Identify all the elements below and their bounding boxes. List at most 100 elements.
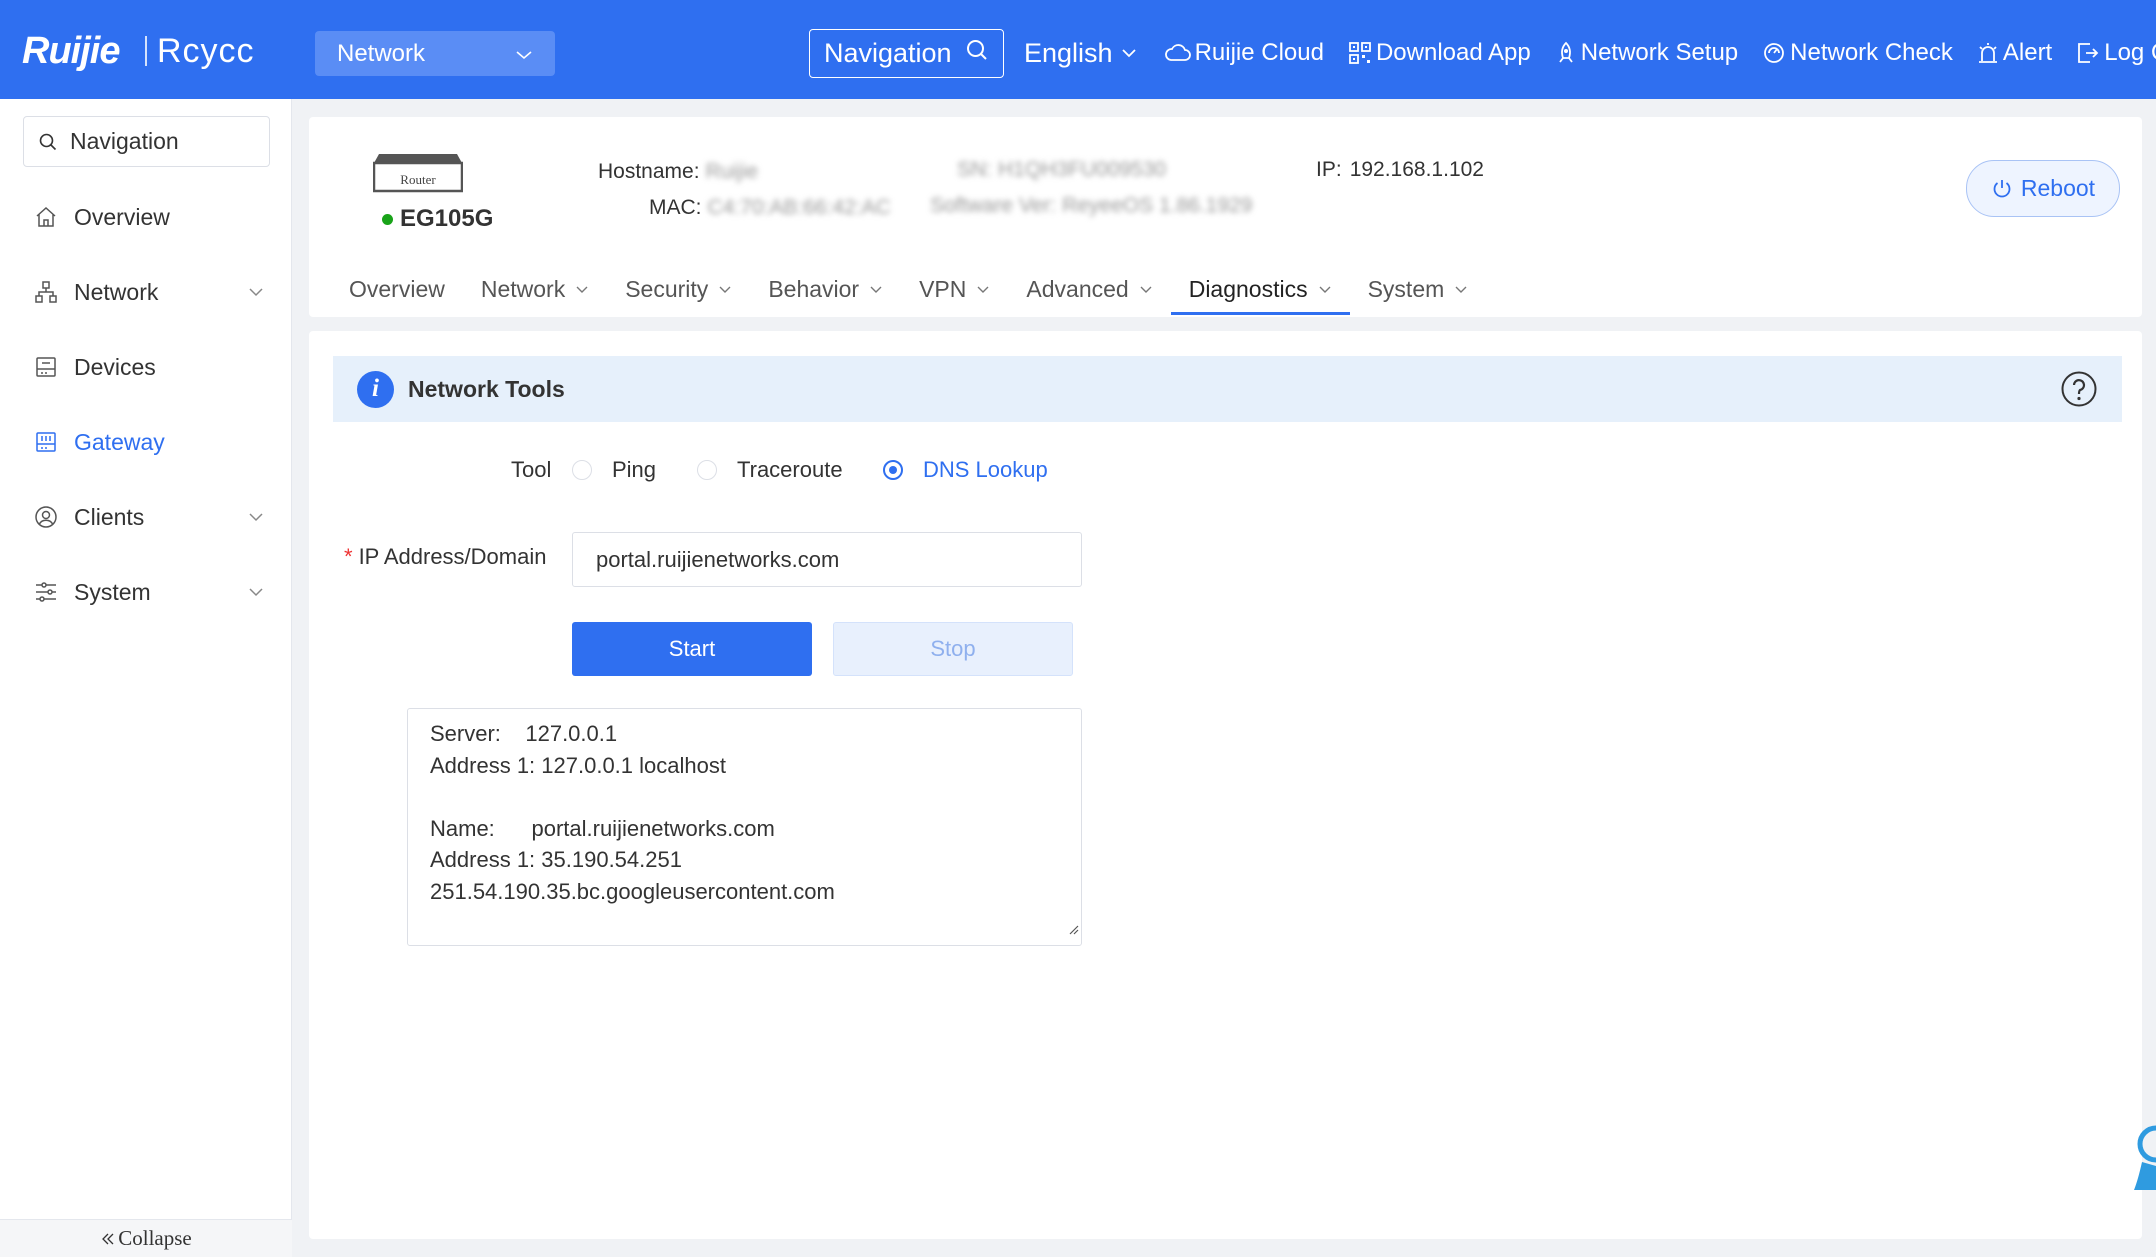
chevron-down-icon [248,512,264,522]
device-model-label: EG105G [400,205,494,232]
navigation-search-button[interactable]: Navigation [809,29,1004,78]
chevron-down-icon [248,287,264,297]
stop-button[interactable]: Stop [833,622,1073,676]
tab-network[interactable]: Network [463,267,607,311]
tab-vpn[interactable]: VPN [901,267,1008,311]
tab-label: Network [480,275,566,302]
user-icon [34,505,62,529]
ip-label: IP: [1316,158,1342,181]
result-line: Server: 127.0.0.1 [430,721,618,746]
sidebar-item-network[interactable]: Network [34,272,264,312]
required-mark: * [344,544,353,569]
resize-handle-icon[interactable] [1067,912,1079,944]
network-check-link[interactable]: Network Check [1762,39,1953,67]
language-select[interactable]: English [1024,38,1141,69]
network-check-icon [1762,41,1786,65]
tab-overview[interactable]: Overview [331,267,463,311]
ip-domain-input[interactable] [572,532,1082,587]
sn-label: SN: [957,158,993,181]
sidebar-item-system[interactable]: System [34,572,264,612]
radio-traceroute[interactable]: Traceroute [697,457,843,483]
reboot-button[interactable]: Reboot [1966,160,2120,217]
tab-behavior[interactable]: Behavior [750,267,901,311]
settings-sliders-icon [34,580,62,604]
sn-field: SN: H1QH3FU009530 [957,158,1166,182]
language-value: English [1024,37,1113,68]
cloud-icon [1164,43,1191,63]
tab-system[interactable]: System [1350,267,1487,311]
sidebar-item-label: Clients [74,503,145,530]
chevron-down-icon [515,40,533,68]
tab-advanced[interactable]: Advanced [1008,267,1170,311]
mac-label: MAC: [649,196,702,219]
alert-label: Alert [2002,39,2053,66]
sidebar-navigation-search[interactable]: Navigation [23,116,270,167]
sidebar-item-devices[interactable]: Devices [34,347,264,387]
tab-security[interactable]: Security [607,267,750,311]
collapse-sidebar-button[interactable]: Collapse [0,1219,292,1257]
chevron-down-icon [248,587,264,597]
mac-value: C4:70:AB:66:42:AC [707,196,891,219]
sidebar-item-overview[interactable]: Overview [34,197,264,237]
logo-divider [145,36,147,66]
network-tools-title: Network Tools [408,375,565,402]
lookup-result-textarea[interactable]: Server: 127.0.0.1 Address 1: 127.0.0.1 l… [407,708,1082,946]
help-icon[interactable] [2060,370,2098,408]
ip-field: IP: 192.168.1.102 [1316,158,1484,182]
rocket-icon [1555,41,1577,65]
header-links: English Ruijie Cloud Download App Networ… [1024,28,2156,78]
ruijie-logo: Ruijie [22,30,120,72]
radio-label: DNS Lookup [923,457,1048,482]
start-button[interactable]: Start [572,622,812,676]
network-setup-link[interactable]: Network Setup [1555,39,1738,67]
hostname-label: Hostname: [598,160,700,183]
download-app-link[interactable]: Download App [1348,39,1531,67]
power-icon [1991,178,2013,200]
search-icon [38,132,58,152]
radio-button[interactable] [697,460,717,480]
alarm-icon [1977,41,1999,65]
sidebar-item-clients[interactable]: Clients [34,497,264,537]
sn-value: H1QH3FU009530 [998,158,1167,181]
sidebar-item-label: Gateway [74,428,165,455]
double-chevron-left-icon [100,1231,116,1247]
tab-label: Diagnostics [1188,275,1308,302]
chevron-down-icon [718,285,732,294]
sidebar-item-gateway[interactable]: Gateway [34,422,264,462]
tab-label: Security [625,275,709,302]
info-icon: i [357,370,394,408]
ruijie-cloud-label: Ruijie Cloud [1194,39,1324,66]
network-select[interactable]: Network [315,31,555,76]
sidebar-item-label: Devices [74,353,156,380]
network-check-label: Network Check [1790,39,1953,66]
chevron-down-icon [1318,285,1332,294]
search-icon [965,38,989,69]
hostname-field: Hostname: Ruijie [598,160,758,184]
ruijie-cloud-link[interactable]: Ruijie Cloud [1164,39,1324,67]
sidebar: Navigation Overview Network Devices Gate… [0,99,292,1257]
result-line: 251.54.190.35.bc.googleusercontent.com [430,878,835,904]
home-icon [34,205,62,229]
radio-ping[interactable]: Ping [572,457,656,483]
radio-button-selected[interactable] [883,460,903,480]
reboot-label: Reboot [2020,175,2096,201]
chevron-down-icon [976,285,990,294]
radio-dns-lookup[interactable]: DNS Lookup [883,457,1048,483]
tab-label: Advanced [1026,275,1129,302]
logout-link[interactable]: Log Out [2076,39,2156,67]
tab-label: VPN [919,275,967,302]
chevron-down-icon [1121,48,1137,58]
main-tabs: Overview Network Security Behavior VPN A… [331,267,1487,315]
radio-label: Traceroute [737,457,843,482]
support-assistant-icon[interactable] [2128,1122,2156,1197]
hostname-value: Ruijie [705,160,759,183]
chevron-down-icon [869,285,883,294]
radio-button[interactable] [572,460,592,480]
result-line [430,781,1059,813]
sidebar-item-label: System [74,578,151,605]
tab-diagnostics[interactable]: Diagnostics [1170,267,1350,315]
alert-link[interactable]: Alert [1977,39,2052,67]
software-version-field: Software Ver: ReyeeOS 1.86.1929 [930,194,1252,218]
ip-domain-label-text: IP Address/Domain [358,544,547,569]
qr-code-icon [1348,41,1372,65]
